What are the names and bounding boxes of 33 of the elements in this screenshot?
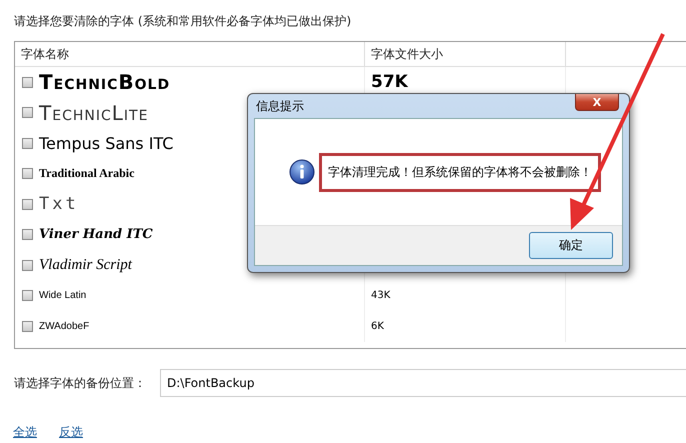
- checkbox[interactable]: [22, 198, 33, 210]
- instruction-text: 请选择您要清除的字体 (系统和常用软件必备字体均已做出保护): [13, 13, 352, 30]
- checkbox[interactable]: [22, 260, 33, 271]
- checkbox[interactable]: [22, 168, 33, 180]
- font-name: Wide Latin: [39, 290, 86, 302]
- font-name: Tempus Sans ITC: [39, 134, 174, 153]
- column-header[interactable]: 字体名称: [15, 42, 365, 67]
- dialog-title: 信息提示: [255, 98, 304, 114]
- font-name: TechnicBold: [39, 70, 170, 94]
- font-name: TechnicLite: [39, 100, 148, 125]
- font-name: Vladimir Script: [39, 256, 132, 274]
- select-link[interactable]: 反选: [59, 424, 83, 441]
- checkbox[interactable]: [22, 138, 33, 149]
- backup-path-field[interactable]: D:\FontBackup: [160, 369, 686, 397]
- file-size: 43K: [371, 290, 390, 302]
- font-name: ZWAdobeF: [39, 320, 90, 332]
- file-size: 6K: [371, 320, 384, 332]
- file-size: 57K: [371, 72, 408, 92]
- ok-button[interactable]: 确定: [529, 232, 613, 259]
- info-icon: [289, 159, 315, 185]
- font-name: Viner Hand ITC: [39, 227, 153, 242]
- backup-label: 请选择字体的备份位置：: [14, 374, 147, 392]
- message-text: 字体清理完成！但系统保留的字体将不会被删除！: [319, 152, 601, 192]
- font-name: Traditional Arabic: [39, 166, 134, 182]
- column-header[interactable]: 字体文件大小: [365, 42, 566, 67]
- checkbox[interactable]: [22, 76, 33, 88]
- font-name: Txt: [39, 194, 79, 214]
- select-link[interactable]: 全选: [13, 424, 37, 441]
- checkbox[interactable]: [22, 229, 33, 240]
- checkbox[interactable]: [22, 107, 33, 118]
- close-button[interactable]: X: [575, 94, 619, 111]
- checkbox[interactable]: [22, 290, 33, 302]
- checkbox[interactable]: [22, 320, 33, 332]
